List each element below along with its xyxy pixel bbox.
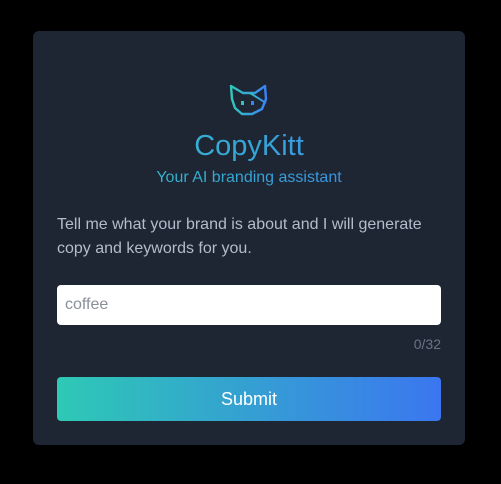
app-title: CopyKitt (33, 129, 465, 163)
character-counter: 0/32 (413, 336, 441, 352)
app-subtitle: Your AI branding assistant (33, 168, 465, 188)
branding-card: CopyKitt Your AI branding assistant Tell… (33, 31, 465, 445)
instructions-text: Tell me what your brand is about and I w… (57, 216, 422, 257)
cat-face-icon (229, 84, 268, 116)
brand-input[interactable] (57, 285, 441, 325)
submit-button[interactable]: Submit (57, 377, 441, 421)
